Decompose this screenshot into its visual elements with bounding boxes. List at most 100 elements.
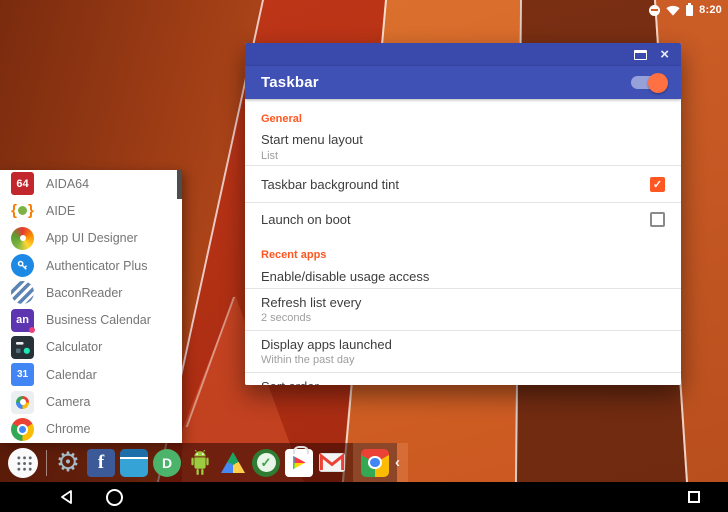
navigation-bar: [0, 482, 728, 512]
window-titlebar[interactable]: ×: [245, 43, 681, 66]
business-calendar-icon: an: [11, 309, 34, 332]
start-menu-panel: 64 AIDA64 {} AIDE App UI Designer Authen…: [0, 170, 182, 443]
drive-triangle: [221, 452, 245, 473]
back-button[interactable]: [56, 482, 76, 512]
app-label: BaconReader: [46, 286, 122, 300]
aida64-icon: 64: [11, 172, 34, 195]
camera-lens: [16, 396, 29, 409]
home-button[interactable]: [104, 482, 124, 512]
settings-list: General Start menu layout List Taskbar b…: [245, 99, 681, 385]
start-menu-item-aide[interactable]: {} AIDE: [0, 197, 182, 224]
app-label: Calendar: [46, 368, 97, 382]
checkbox-checked[interactable]: ✓: [650, 177, 665, 192]
app-ui-designer-icon: [11, 227, 34, 250]
start-menu-item-calculator[interactable]: Calculator: [0, 334, 182, 361]
taskbar-active-app: ‹: [353, 443, 408, 482]
baconreader-icon: [11, 281, 34, 304]
recents-button[interactable]: [684, 482, 704, 512]
taskbar-divider: [46, 450, 47, 476]
status-bar: 8:20: [0, 0, 728, 20]
setting-launch-on-boot[interactable]: Launch on boot: [245, 203, 681, 236]
checkmark-app-icon[interactable]: ✓: [252, 449, 280, 477]
start-menu-item-authenticator-plus[interactable]: Authenticator Plus: [0, 252, 182, 279]
pushbullet-icon[interactable]: D: [153, 449, 181, 477]
setting-value: 2 seconds: [261, 312, 665, 324]
app-bar: Taskbar: [245, 66, 681, 99]
setting-title: Taskbar background tint: [261, 177, 399, 192]
play-store-icon[interactable]: [285, 449, 313, 477]
taskbar-settings-window: × Taskbar General Start menu layout List…: [245, 43, 681, 385]
recents-square-icon: [688, 491, 700, 503]
checkbox-unchecked[interactable]: [650, 212, 665, 227]
setting-usage-access[interactable]: Enable/disable usage access: [245, 265, 681, 288]
authenticator-plus-icon: [11, 254, 34, 277]
start-button[interactable]: [8, 448, 38, 478]
app-label: Authenticator Plus: [46, 259, 147, 273]
aide-icon: {}: [11, 199, 34, 222]
app-label: Business Calendar: [46, 313, 151, 327]
facebook-icon[interactable]: f: [87, 449, 115, 477]
camera-icon: [11, 391, 34, 414]
do-not-disturb-icon: [649, 5, 660, 16]
setting-title: Launch on boot: [261, 212, 351, 227]
setting-display-apps-launched[interactable]: Display apps launched Within the past da…: [245, 331, 681, 372]
section-header-recent-apps: Recent apps: [245, 236, 681, 265]
chrome-icon-ring: [368, 456, 381, 469]
app-label: Camera: [46, 395, 90, 409]
settings-gear-icon[interactable]: ⚙: [54, 449, 82, 477]
wifi-icon: [666, 5, 680, 16]
setting-title: Enable/disable usage access: [261, 269, 665, 284]
gmail-icon[interactable]: [318, 449, 346, 477]
chrome-icon[interactable]: [361, 449, 389, 477]
start-menu-item-camera[interactable]: Camera: [0, 388, 182, 415]
tablet-screen: 8:20 64 AIDA64 {} AIDE App UI Designer A…: [0, 0, 728, 512]
chrome-icon-center: [370, 458, 379, 467]
close-icon[interactable]: ×: [660, 47, 669, 62]
start-menu-item-chrome[interactable]: Chrome: [0, 416, 182, 443]
home-circle-icon: [106, 489, 123, 506]
calculator-icon: [11, 336, 34, 359]
aide-brace: }: [28, 202, 34, 219]
battery-icon: [686, 5, 693, 16]
status-clock: 8:20: [699, 4, 722, 16]
app-label: App UI Designer: [46, 231, 138, 245]
play-triangle: [293, 456, 306, 470]
notes-binding: [120, 449, 148, 459]
aide-robot-dot: [18, 206, 27, 215]
android-robot-icon[interactable]: [186, 449, 214, 477]
setting-sort-order[interactable]: Sort order: [245, 373, 681, 385]
page-title: Taskbar: [261, 74, 319, 91]
app-label: Chrome: [46, 422, 90, 436]
start-menu-item-baconreader[interactable]: BaconReader: [0, 279, 182, 306]
section-header-general: General: [245, 99, 681, 129]
setting-title: Start menu layout: [261, 132, 665, 147]
setting-taskbar-background-tint[interactable]: Taskbar background tint ✓: [245, 166, 681, 202]
setting-refresh-list-every[interactable]: Refresh list every 2 seconds: [245, 289, 681, 330]
checkmark-glyph: ✓: [257, 453, 276, 472]
app-label: AIDA64: [46, 177, 89, 191]
toggle-knob: [648, 73, 668, 93]
collapse-taskbar-icon[interactable]: ‹: [395, 455, 400, 470]
app-label: AIDE: [46, 204, 75, 218]
setting-title: Sort order: [261, 379, 665, 385]
start-menu-scrollbar[interactable]: [177, 170, 182, 199]
setting-title: Refresh list every: [261, 295, 665, 310]
start-menu-item-business-calendar[interactable]: an Business Calendar: [0, 306, 182, 333]
google-drive-icon[interactable]: [219, 449, 247, 477]
aide-brace: {: [11, 202, 17, 219]
chrome-icon-center: [19, 426, 27, 434]
maximize-icon[interactable]: [634, 50, 647, 60]
chrome-icon: [11, 418, 34, 441]
chrome-icon-ring: [17, 424, 28, 435]
calendar-icon: 31: [11, 363, 34, 386]
setting-value: Within the past day: [261, 354, 665, 366]
app-label: Calculator: [46, 340, 102, 354]
apps-grid-icon: [15, 454, 32, 471]
start-menu-item-aida64[interactable]: 64 AIDA64: [0, 170, 182, 197]
notes-app-icon[interactable]: [120, 449, 148, 477]
setting-value: List: [261, 150, 665, 162]
start-menu-item-app-ui-designer[interactable]: App UI Designer: [0, 225, 182, 252]
start-menu-item-calendar[interactable]: 31 Calendar: [0, 361, 182, 388]
setting-start-menu-layout[interactable]: Start menu layout List: [245, 129, 681, 165]
taskbar-master-toggle[interactable]: [631, 76, 665, 89]
